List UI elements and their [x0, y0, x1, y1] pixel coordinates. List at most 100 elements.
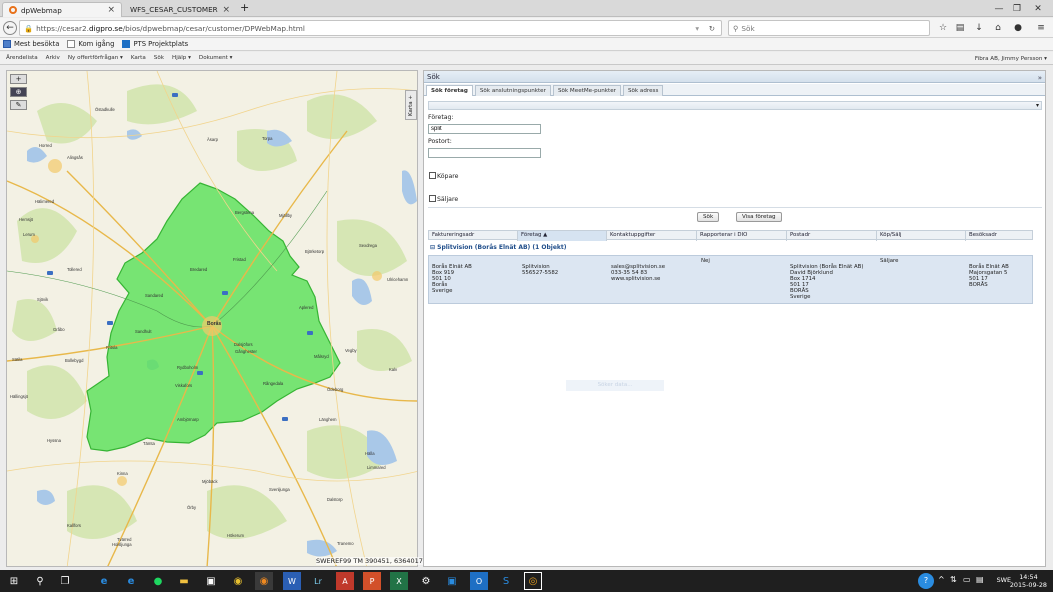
map-place-label: Horred: [39, 143, 52, 148]
chevron-up-icon[interactable]: ^: [938, 575, 945, 584]
search-bar[interactable]: ⚲ Sök: [728, 20, 930, 36]
firefox-icon[interactable]: ◉: [255, 572, 273, 590]
network-icon[interactable]: ⇅: [950, 575, 957, 584]
explorer-icon[interactable]: ▬: [175, 572, 193, 590]
menu-ny-offertforfragan[interactable]: Ny offertförfrågan ▾: [68, 55, 123, 61]
powerpoint-icon[interactable]: P: [363, 572, 381, 590]
search-icon[interactable]: ⚲: [31, 572, 49, 590]
form-collapse-bar[interactable]: ▾: [428, 101, 1042, 110]
word-icon[interactable]: W: [283, 572, 301, 590]
map-place-label: Tämta: [143, 441, 156, 446]
tab-sok-adress[interactable]: Sök adress: [622, 85, 664, 96]
bookmark-star-icon[interactable]: ☆: [936, 21, 950, 35]
edge-icon[interactable]: e: [95, 572, 113, 590]
result-group-header[interactable]: ⊟ Splitvision (Borås Elnät AB) (1 Objekt…: [430, 244, 567, 251]
settings-icon[interactable]: ⚙: [417, 572, 435, 590]
show-company-button[interactable]: Visa företag: [736, 212, 782, 222]
outlook-icon[interactable]: O: [470, 572, 488, 590]
company-input[interactable]: [428, 124, 541, 134]
help-icon[interactable]: ?: [918, 573, 934, 589]
page-icon: [67, 40, 76, 48]
map-tools: + ⊕ ✎: [10, 74, 27, 113]
menu-karta[interactable]: Karta: [131, 55, 146, 61]
chat-icon[interactable]: ●: [1011, 21, 1025, 35]
home-icon[interactable]: ⌂: [991, 21, 1005, 35]
column-header[interactable]: Faktureringsadr: [429, 231, 518, 241]
bookmark-label: PTS Projektplats: [133, 40, 189, 48]
search-button[interactable]: Sök: [697, 212, 720, 222]
download-icon[interactable]: ↓: [972, 21, 986, 35]
bookmark-most-visited[interactable]: Mest besökta: [3, 40, 59, 48]
column-header[interactable]: Postadr: [787, 231, 877, 241]
screenshot-icon[interactable]: ◎: [524, 572, 542, 590]
menu-sok[interactable]: Sök: [154, 55, 164, 61]
menu-dokument[interactable]: Dokument ▾: [199, 55, 233, 61]
chrome-icon[interactable]: ◉: [229, 572, 247, 590]
column-header[interactable]: Köp/Sälj: [877, 231, 966, 241]
column-header[interactable]: Rapporterar i DIO: [697, 231, 787, 241]
seller-checkbox[interactable]: [429, 195, 436, 202]
map-place-label: Ödeborg: [327, 387, 344, 392]
close-tab-icon[interactable]: ×: [222, 5, 230, 15]
map-view[interactable]: Östadkulle Alingsås Hälimered Hemsjö Ler…: [6, 70, 418, 567]
bookmark-pts[interactable]: PTS Projektplats: [122, 40, 188, 48]
restore-button[interactable]: ❐: [1008, 1, 1026, 16]
minimize-button[interactable]: —: [990, 1, 1008, 16]
collapse-panel-icon[interactable]: »: [1038, 72, 1042, 84]
results-header-row: Faktureringsadr Företag ▲ Kontaktuppgift…: [428, 230, 1033, 241]
reload-icon[interactable]: ↻: [709, 24, 715, 33]
zoom-in-button[interactable]: +: [10, 74, 27, 84]
message-icon[interactable]: ▤: [976, 575, 984, 584]
close-tab-icon[interactable]: ×: [107, 5, 115, 15]
new-tab-button[interactable]: +: [240, 1, 249, 14]
menu-icon[interactable]: ≡: [1034, 21, 1048, 35]
tab-sok-meetme-punkter[interactable]: Sök MeetMe-punkter: [552, 85, 621, 96]
map-place-label: Hällingsjö: [10, 394, 29, 399]
menu-arkiv[interactable]: Arkiv: [46, 55, 60, 61]
spotify-icon[interactable]: ●: [149, 572, 167, 590]
column-header[interactable]: Företag ▲: [518, 231, 607, 241]
map-place-label: Kallfors: [67, 523, 81, 528]
acrobat-icon[interactable]: A: [336, 572, 354, 590]
lync-icon[interactable]: Lr: [309, 572, 327, 590]
excel-icon[interactable]: X: [390, 572, 408, 590]
measure-tool-button[interactable]: ✎: [10, 100, 27, 110]
pts-icon: [122, 40, 131, 48]
column-header[interactable]: Kontaktuppgifter: [607, 231, 697, 241]
reading-list-icon[interactable]: ▤: [953, 21, 967, 35]
tab-wfs-cesar-customer[interactable]: WFS_CESAR_CUSTOMER ×: [124, 2, 236, 17]
pan-tool-button[interactable]: ⊕: [10, 87, 27, 97]
close-window-button[interactable]: ✕: [1029, 1, 1047, 16]
store-icon[interactable]: ▣: [202, 572, 220, 590]
task-view-icon[interactable]: ❐: [56, 572, 74, 590]
map-place-label: Gråbo: [53, 327, 65, 332]
map-place-label: Kinna: [117, 471, 128, 476]
table-row[interactable]: Borås Elnät AB Box 919 501 10 Borås Sver…: [428, 255, 1033, 304]
volume-icon[interactable]: ▭: [963, 575, 971, 584]
clock[interactable]: 14:54 2015-09-28: [1010, 573, 1047, 589]
map-place-label: Vegby: [345, 348, 358, 353]
tab-sok-foretag[interactable]: Sök företag: [426, 85, 473, 96]
map-place-label: Bollebygd: [65, 358, 84, 363]
map-tab-toggle[interactable]: Karta +: [405, 90, 417, 120]
bookmark-get-started[interactable]: Kom igång: [67, 40, 114, 48]
city-input[interactable]: [428, 148, 541, 158]
column-header[interactable]: Besöksadr: [966, 231, 1032, 241]
menu-hjalp[interactable]: Hjälp ▾: [172, 55, 191, 61]
tab-dpwebmap[interactable]: dpWebmap ×: [2, 2, 122, 17]
skype-icon[interactable]: S: [497, 572, 515, 590]
start-icon[interactable]: ⊞: [5, 572, 23, 590]
buyer-checkbox[interactable]: [429, 172, 436, 179]
buyer-label: Köpare: [437, 173, 459, 180]
back-icon[interactable]: ←: [3, 21, 17, 35]
menu-arendelista[interactable]: Ärendelista: [6, 55, 38, 61]
language-indicator[interactable]: SWE: [997, 576, 1011, 584]
tab-sok-anslutningspunkter[interactable]: Sök anslutningspunkter: [474, 85, 551, 96]
url-bar[interactable]: 🔒 https://cesar2. digpro.se/bios/dpwebmap…: [19, 20, 722, 36]
app-icon[interactable]: ▣: [443, 572, 461, 590]
company-cell: Splitvision 556527-5582: [522, 264, 558, 276]
dropdown-arrow-icon[interactable]: ▾: [695, 24, 699, 33]
user-menu[interactable]: Fibra AB, Jimmy Persson ▾: [975, 52, 1047, 65]
map-place-label: Gånghester: [235, 349, 257, 354]
ie-icon[interactable]: e: [122, 572, 140, 590]
